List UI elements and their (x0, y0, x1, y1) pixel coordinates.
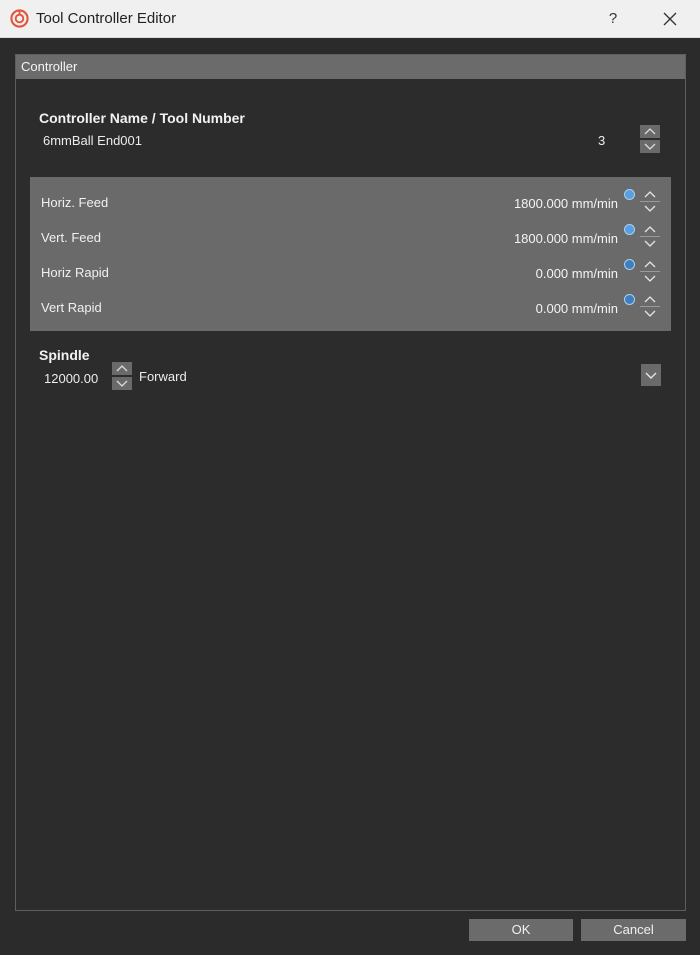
chevron-down-icon (644, 275, 656, 282)
controller-name-label: Controller Name / Tool Number (39, 110, 245, 126)
close-button[interactable] (652, 4, 688, 34)
vert-rapid-down-button[interactable] (640, 307, 660, 320)
close-icon (663, 12, 677, 26)
section-header[interactable]: Controller (16, 55, 685, 79)
controller-name-input[interactable]: 6mmBall End001 (43, 133, 142, 148)
chevron-down-icon (116, 380, 128, 387)
horiz-feed-input[interactable]: 1800.000 mm/min (514, 196, 618, 211)
controller-frame: Controller Controller Name / Tool Number… (15, 54, 686, 911)
chevron-down-icon (644, 205, 656, 212)
spindle-speed-input[interactable]: 12000.00 (44, 371, 98, 386)
horiz-rapid-down-button[interactable] (640, 272, 660, 285)
tool-number-stepper[interactable] (640, 125, 660, 153)
vert-feed-down-button[interactable] (640, 237, 660, 250)
help-button[interactable]: ? (596, 4, 630, 34)
spindle-speed-down-button[interactable] (112, 377, 132, 390)
expression-icon[interactable] (624, 189, 635, 200)
chevron-down-icon (644, 240, 656, 247)
chevron-up-icon (644, 191, 656, 198)
vert-feed-label: Vert. Feed (41, 230, 101, 245)
vert-rapid-input[interactable]: 0.000 mm/min (536, 301, 618, 316)
horiz-feed-label: Horiz. Feed (41, 195, 109, 210)
horiz-rapid-up-button[interactable] (640, 258, 660, 271)
horiz-rapid-stepper[interactable] (640, 258, 660, 285)
window-title: Tool Controller Editor (36, 10, 177, 27)
title-bar: Tool Controller Editor ? (0, 0, 700, 38)
vert-rapid-up-button[interactable] (640, 293, 660, 306)
expression-icon[interactable] (624, 224, 635, 235)
feed-panel: Horiz. Feed 1800.000 mm/min Vert. Feed 1… (30, 177, 671, 331)
tool-number-up-button[interactable] (640, 125, 660, 138)
horiz-rapid-label: Horiz Rapid (41, 265, 109, 280)
horiz-feed-up-button[interactable] (640, 188, 660, 201)
spindle-direction-dropdown-button[interactable] (641, 364, 661, 386)
vert-rapid-stepper[interactable] (640, 293, 660, 320)
tool-number-input[interactable]: 3 (598, 133, 605, 148)
spindle-speed-up-button[interactable] (112, 362, 132, 375)
ok-button[interactable]: OK (469, 919, 573, 941)
chevron-up-icon (644, 226, 656, 233)
vert-feed-up-button[interactable] (640, 223, 660, 236)
expression-icon[interactable] (624, 259, 635, 270)
chevron-up-icon (116, 365, 128, 372)
chevron-down-icon (644, 143, 656, 150)
spindle-speed-stepper[interactable] (112, 362, 132, 390)
spindle-label: Spindle (39, 347, 90, 363)
horiz-rapid-input[interactable]: 0.000 mm/min (536, 266, 618, 281)
horiz-feed-stepper[interactable] (640, 188, 660, 215)
vert-feed-input[interactable]: 1800.000 mm/min (514, 231, 618, 246)
spindle-direction-select[interactable]: Forward (139, 369, 187, 384)
app-logo-icon (10, 9, 29, 28)
chevron-down-icon (644, 310, 656, 317)
vert-rapid-label: Vert Rapid (41, 300, 102, 315)
expression-icon[interactable] (624, 294, 635, 305)
horiz-feed-down-button[interactable] (640, 202, 660, 215)
tool-number-down-button[interactable] (640, 140, 660, 153)
vert-feed-stepper[interactable] (640, 223, 660, 250)
chevron-down-icon (645, 372, 657, 379)
cancel-button[interactable]: Cancel (581, 919, 686, 941)
chevron-up-icon (644, 296, 656, 303)
chevron-up-icon (644, 128, 656, 135)
chevron-up-icon (644, 261, 656, 268)
